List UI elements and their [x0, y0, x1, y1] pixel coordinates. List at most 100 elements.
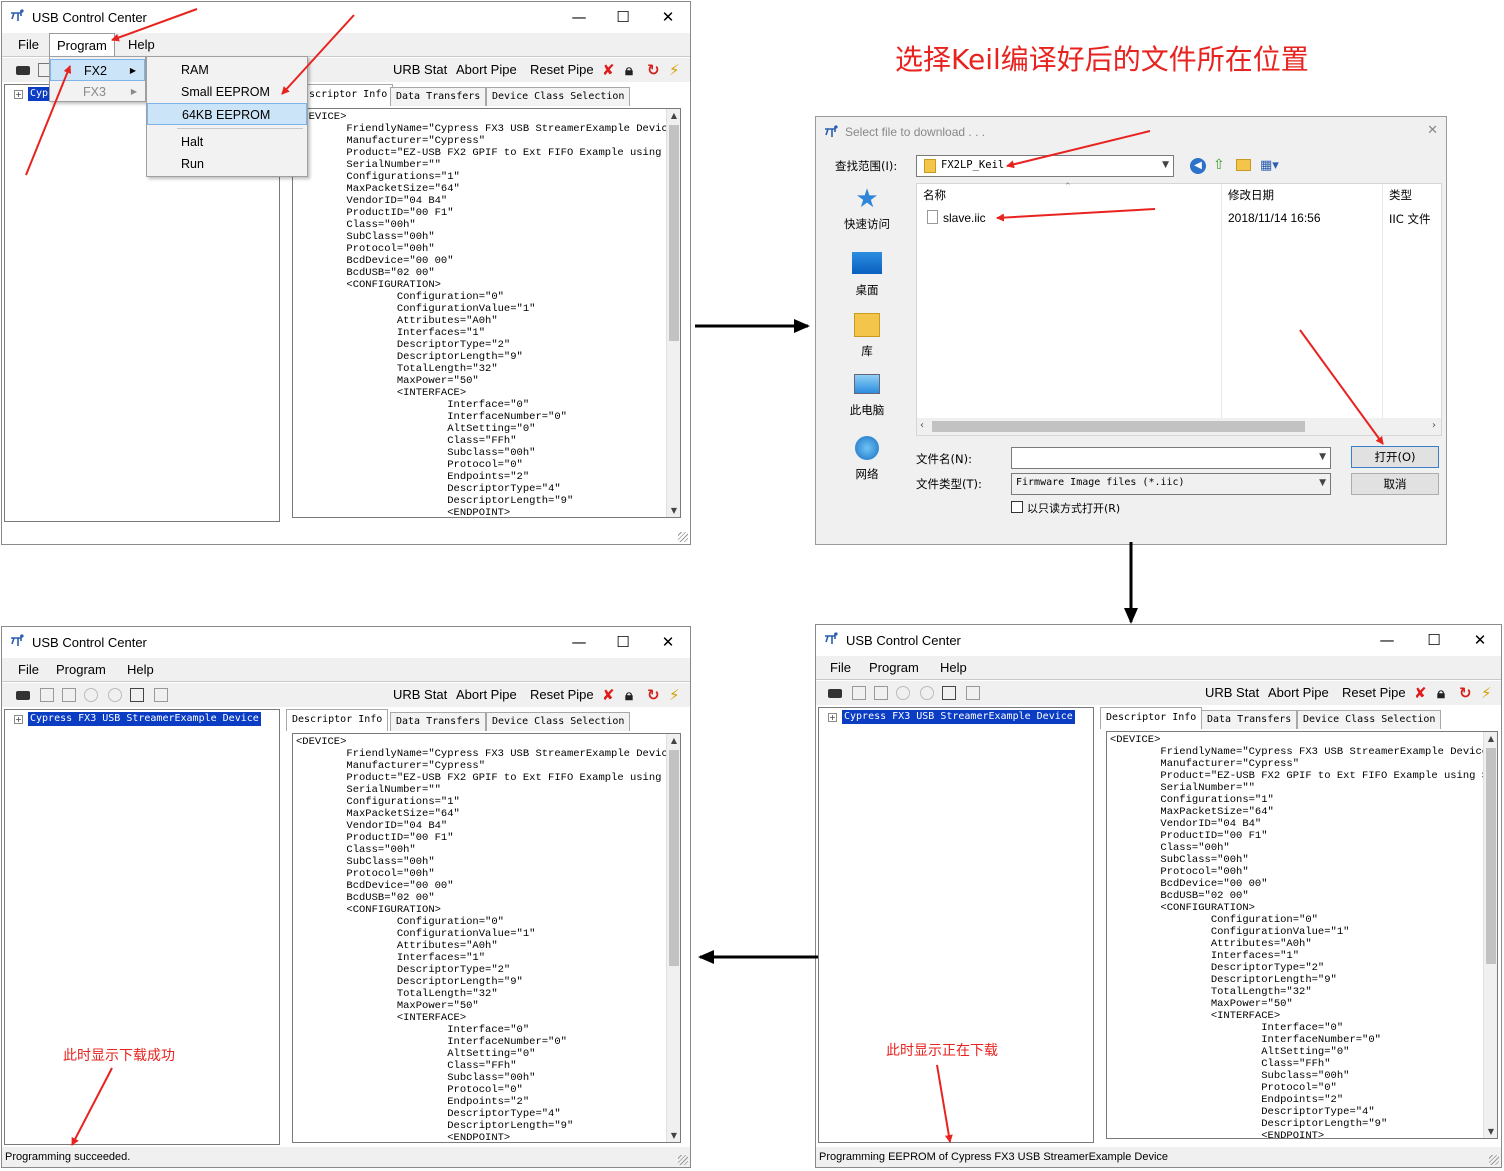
descriptor-textbox[interactable]: <DEVICE> FriendlyName="Cypress FX3 USB S… [1106, 731, 1498, 1139]
reset-icon[interactable]: ↻ [647, 61, 660, 79]
filename-input[interactable]: ▼ [1011, 447, 1331, 469]
menu-item-halt[interactable]: Halt [147, 131, 307, 153]
close-button[interactable]: ✕ [653, 5, 683, 29]
up-folder-icon[interactable]: ⇧ [1213, 157, 1225, 173]
reset-icon[interactable]: ↻ [647, 686, 660, 704]
resize-grip-icon[interactable] [678, 532, 688, 542]
reset-pipe-button[interactable]: Reset Pipe [530, 62, 594, 77]
pause-icon[interactable] [62, 688, 76, 702]
reset-pipe-button[interactable]: Reset Pipe [1342, 685, 1406, 700]
urb-stat-button[interactable]: URB Stat [393, 687, 447, 702]
print-icon[interactable] [130, 688, 144, 702]
sidebar-item-this-pc[interactable]: 此电脑 [820, 374, 914, 418]
power-icon[interactable]: ⚡ [669, 61, 680, 79]
device-tree-item[interactable]: Cypress FX3 USB StreamerExample Device [842, 710, 1075, 724]
disconnect-icon[interactable]: ✘ [602, 61, 615, 79]
chat-icon[interactable] [896, 686, 910, 700]
search-icon[interactable] [108, 688, 122, 702]
descriptor-textbox[interactable]: <DEVICE> FriendlyName="Cypress FX3 USB S… [292, 108, 681, 518]
chevron-down-icon[interactable]: ▼ [1162, 160, 1169, 170]
print-icon[interactable] [942, 686, 956, 700]
lock-icon[interactable]: 🔒︎ [625, 61, 633, 79]
sidebar-item-quick-access[interactable]: ★ 快速访问 [820, 186, 914, 232]
scroll-thumb[interactable] [669, 125, 679, 341]
device-tree-item[interactable]: Cypress FX3 USB StreamerExample Device [28, 712, 261, 726]
menu-help[interactable]: Help [940, 660, 967, 675]
play-icon[interactable] [154, 688, 168, 702]
scroll-down-icon[interactable]: ▼ [667, 506, 680, 515]
tab-device-class-selection[interactable]: Device Class Selection [486, 712, 631, 731]
abort-pipe-button[interactable]: Abort Pipe [1268, 685, 1329, 700]
descriptor-textbox[interactable]: <DEVICE> FriendlyName="Cypress FX3 USB S… [292, 733, 681, 1143]
scroll-left-icon[interactable]: ‹ [920, 420, 924, 431]
menu-help[interactable]: Help [128, 37, 155, 52]
abort-pipe-button[interactable]: Abort Pipe [456, 62, 517, 77]
maximize-button[interactable]: ☐ [608, 5, 638, 29]
sidebar-item-network[interactable]: 网络 [820, 436, 914, 482]
column-modified[interactable]: 修改日期 [1228, 187, 1274, 203]
urb-stat-button[interactable]: URB Stat [393, 62, 447, 77]
menu-item-64kb-eeprom[interactable]: 64KB EEPROM [147, 103, 307, 125]
scroll-up-icon[interactable]: ▲ [667, 111, 680, 120]
menu-help[interactable]: Help [127, 662, 154, 677]
search-icon[interactable] [920, 686, 934, 700]
disconnect-icon[interactable]: ✘ [602, 686, 615, 704]
urb-stat-button[interactable]: URB Stat [1205, 685, 1259, 700]
menu-file[interactable]: File [18, 662, 39, 677]
play-icon[interactable] [966, 686, 980, 700]
reset-pipe-button[interactable]: Reset Pipe [530, 687, 594, 702]
menu-program[interactable]: Program [56, 662, 106, 677]
expand-icon[interactable]: + [14, 715, 23, 724]
scroll-up-icon[interactable]: ▲ [667, 736, 680, 745]
close-button[interactable]: ✕ [653, 630, 683, 654]
tab-data-transfers[interactable]: Data Transfers [390, 87, 487, 106]
scroll-thumb[interactable] [1486, 748, 1496, 964]
column-name[interactable]: 名称 [923, 187, 946, 203]
chevron-down-icon[interactable]: ▼ [1319, 478, 1326, 488]
minimize-button[interactable]: — [564, 630, 594, 654]
column-type[interactable]: 类型 [1389, 187, 1412, 203]
back-icon[interactable]: ◀ [1190, 158, 1206, 174]
disconnect-icon[interactable]: ✘ [1414, 684, 1427, 702]
menu-file[interactable]: File [830, 660, 851, 675]
record-icon[interactable] [16, 66, 30, 75]
file-row[interactable]: slave.iic 2018/11/14 16:56 IIC 文件 [917, 208, 1443, 228]
scroll-thumb[interactable] [932, 421, 1305, 432]
sidebar-item-libraries[interactable]: 库 [820, 313, 914, 359]
lock-icon[interactable]: 🔒︎ [625, 686, 633, 704]
view-menu-icon[interactable]: ▦▾ [1260, 158, 1279, 173]
record-icon[interactable] [828, 689, 842, 698]
tab-data-transfers[interactable]: Data Transfers [390, 712, 487, 731]
record-icon[interactable] [16, 691, 30, 700]
minimize-button[interactable]: — [1372, 628, 1402, 652]
chevron-down-icon[interactable]: ▼ [1319, 452, 1326, 462]
filetype-select[interactable]: Firmware Image files (*.iic) ▼ [1011, 473, 1331, 495]
tab-data-transfers[interactable]: Data Transfers [1201, 710, 1298, 729]
tab-descriptor-info[interactable]: Descriptor Info [286, 709, 389, 731]
menu-program[interactable]: Program [869, 660, 919, 675]
tab-descriptor-info[interactable]: scriptor Info [304, 84, 394, 106]
menu-file[interactable]: File [18, 37, 39, 52]
menu-item-fx2[interactable]: FX2 ▶ [50, 59, 145, 81]
cancel-button[interactable]: 取消 [1351, 473, 1439, 495]
pause-icon[interactable] [874, 686, 888, 700]
reset-icon[interactable]: ↻ [1459, 684, 1472, 702]
vertical-scrollbar[interactable]: ▲ ▼ [666, 109, 680, 517]
resize-grip-icon[interactable] [1489, 1155, 1499, 1165]
minimize-button[interactable]: — [564, 5, 594, 29]
tab-device-class-selection[interactable]: Device Class Selection [486, 87, 631, 106]
new-folder-icon[interactable] [1236, 159, 1251, 171]
menu-item-small-eeprom[interactable]: Small EEPROM [147, 81, 307, 103]
expand-icon[interactable]: + [828, 713, 837, 722]
menu-item-ram[interactable]: RAM [147, 59, 307, 81]
lock-icon[interactable]: 🔒︎ [1437, 684, 1445, 702]
vertical-scrollbar[interactable]: ▲ ▼ [1483, 732, 1497, 1138]
scroll-right-icon[interactable]: › [1432, 420, 1436, 431]
power-icon[interactable]: ⚡ [1481, 684, 1492, 702]
dialog-close-button[interactable]: ✕ [1427, 123, 1438, 138]
sidebar-item-desktop[interactable]: 桌面 [820, 252, 914, 298]
stop-icon[interactable] [852, 686, 866, 700]
scroll-thumb[interactable] [669, 750, 679, 966]
scroll-up-icon[interactable]: ▲ [1484, 734, 1497, 743]
chat-icon[interactable] [84, 688, 98, 702]
